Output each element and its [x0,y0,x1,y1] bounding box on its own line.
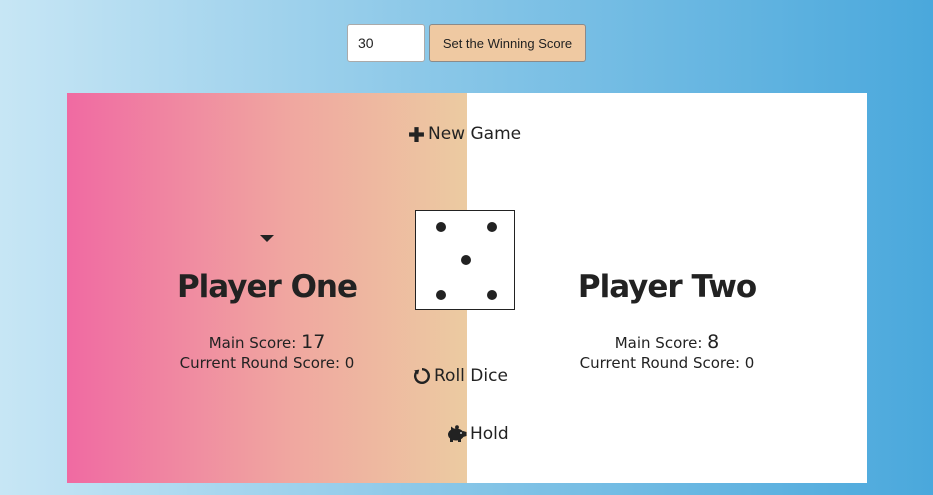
caret-down-icon [260,235,274,242]
player-one-round-score: Current Round Score: 0 [179,354,355,372]
player-two-round-score: Current Round Score: 0 [579,354,755,372]
player-two-panel: Player Two Main Score: 8 Current Round S… [467,93,867,483]
main-score-value: 8 [707,331,720,353]
piggy-bank-icon [448,425,467,442]
player-two-name: Player Two [577,269,757,305]
dice-pip [436,290,446,300]
dice-pip [487,290,497,300]
main-score-label: Main Score: [614,334,708,352]
roll-dice-label: Roll Dice [434,366,508,386]
player-one-name: Player One [176,269,358,305]
dice-pip [461,255,471,265]
dice-pip [487,222,497,232]
new-game-label: New Game [428,124,522,144]
plus-icon [409,126,424,142]
player-one-main-score: Main Score: 17 [67,331,467,353]
player-two-main-score: Main Score: 8 [467,331,867,353]
set-winning-score-button[interactable]: Set the Winning Score [429,24,586,62]
dice-pip [436,222,446,232]
refresh-icon [413,368,430,384]
game-board: Player One Main Score: 17 Current Round … [67,93,867,483]
dice [415,210,515,310]
player-one-panel: Player One Main Score: 17 Current Round … [67,93,467,483]
roll-dice-button[interactable]: Roll Dice [413,366,508,386]
hold-label: Hold [470,424,509,444]
main-score-label: Main Score: [208,334,302,352]
new-game-button[interactable]: New Game [408,124,521,144]
hold-button[interactable]: Hold [445,424,509,444]
main-score-value: 17 [301,331,326,353]
winning-score-input[interactable] [347,24,425,62]
